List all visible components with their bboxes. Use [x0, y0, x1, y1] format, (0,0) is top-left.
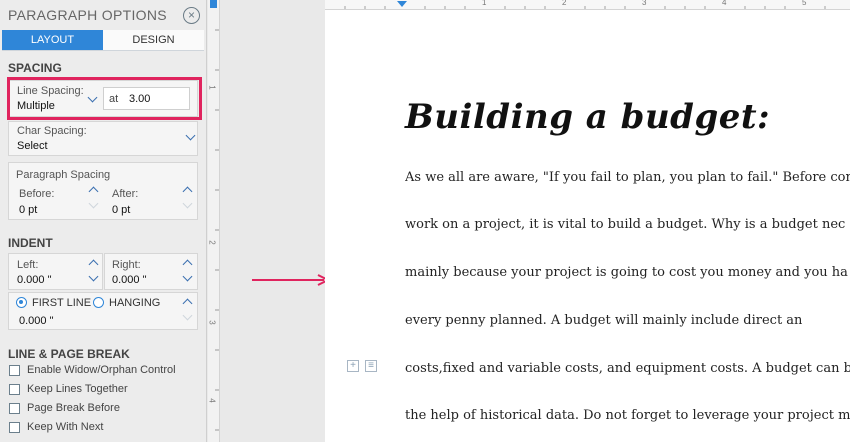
- vertical-ruler-ticks: [210, 0, 219, 431]
- first-line-label: FIRST LINE: [32, 297, 92, 309]
- document-line[interactable]: work on a project, it is vital to build …: [405, 217, 850, 232]
- checkbox[interactable]: [9, 383, 20, 395]
- tab-design[interactable]: DESIGN: [103, 30, 204, 50]
- arrow-right-icon: [252, 274, 331, 286]
- document-line[interactable]: mainly because your project is going to …: [405, 265, 850, 280]
- widow-orphan-option[interactable]: Enable Widow/Orphan Control: [9, 364, 176, 376]
- widow-orphan-label: Enable Widow/Orphan Control: [27, 364, 176, 376]
- v-tick-label: 3: [207, 320, 217, 325]
- before-label: Before:: [19, 188, 55, 200]
- hanging-label: HANGING: [109, 297, 161, 309]
- panel-header: PARAGRAPH OPTIONS ×: [0, 0, 206, 30]
- indent-left-label: Left:: [17, 259, 39, 271]
- after-label: After:: [112, 188, 139, 200]
- checkbox[interactable]: [9, 364, 20, 376]
- vertical-ruler: 1 2 3 4: [208, 0, 220, 442]
- char-spacing-label: Char Spacing:: [17, 125, 87, 137]
- v-tick-label: 4: [207, 398, 217, 403]
- page-break-before-option[interactable]: Page Break Before: [9, 402, 120, 414]
- indent-left-value: 0.000 ": [17, 274, 52, 286]
- panel-tabs: LAYOUT DESIGN: [2, 30, 204, 51]
- indent-right-value: 0.000 ": [112, 274, 147, 286]
- indent-right-label: Right:: [112, 259, 141, 271]
- checkbox[interactable]: [9, 421, 20, 433]
- horizontal-ruler-ticks: [344, 1, 826, 9]
- keep-lines-together-option[interactable]: Keep Lines Together: [9, 383, 128, 395]
- paragraph-spacing-title: Paragraph Spacing: [16, 169, 111, 181]
- h-tick-label: 4: [722, 0, 727, 7]
- line-page-break-section-title: LINE & PAGE BREAK: [8, 347, 130, 361]
- indent-section-title: INDENT: [8, 236, 53, 250]
- after-value[interactable]: 0 pt: [112, 204, 130, 216]
- h-tick-label: 3: [642, 0, 647, 7]
- document-title[interactable]: Building a budget:: [405, 97, 770, 137]
- document-line[interactable]: costs,fixed and variable costs, and equi…: [405, 361, 850, 376]
- indent-marker-icon: [397, 1, 407, 7]
- document-line[interactable]: the help of historical data. Do not forg…: [405, 408, 850, 423]
- keep-lines-together-label: Keep Lines Together: [27, 383, 128, 395]
- v-tick-label: 2: [207, 240, 217, 245]
- hanging-radio[interactable]: [93, 297, 104, 308]
- keep-with-next-option[interactable]: Keep With Next: [9, 421, 103, 433]
- line-spacing-highlight: [7, 77, 202, 120]
- page-break-before-label: Page Break Before: [27, 402, 120, 414]
- spacing-section-title: SPACING: [8, 61, 62, 75]
- tab-layout[interactable]: LAYOUT: [2, 30, 103, 50]
- h-tick-label: 1: [482, 0, 487, 7]
- close-icon[interactable]: ×: [183, 6, 200, 24]
- document-line[interactable]: As we all are aware, "If you fail to pla…: [405, 170, 850, 185]
- first-line-radio[interactable]: [16, 297, 27, 308]
- special-indent-value[interactable]: 0.000 ": [19, 315, 54, 327]
- horizontal-ruler: 1 2 3 4 5: [325, 0, 850, 10]
- char-spacing-value: Select: [17, 140, 48, 152]
- checkbox[interactable]: [9, 402, 20, 414]
- document-line[interactable]: every penny planned. A budget will mainl…: [405, 313, 850, 328]
- add-block-icon[interactable]: +: [347, 360, 359, 372]
- v-tick-label: 1: [207, 85, 217, 90]
- keep-with-next-label: Keep With Next: [27, 421, 104, 433]
- panel-title: PARAGRAPH OPTIONS: [8, 7, 167, 23]
- before-value[interactable]: 0 pt: [19, 204, 37, 216]
- h-tick-label: 5: [802, 0, 807, 7]
- h-tick-label: 2: [562, 0, 567, 7]
- paragraph-format-icon[interactable]: ≡: [365, 360, 377, 372]
